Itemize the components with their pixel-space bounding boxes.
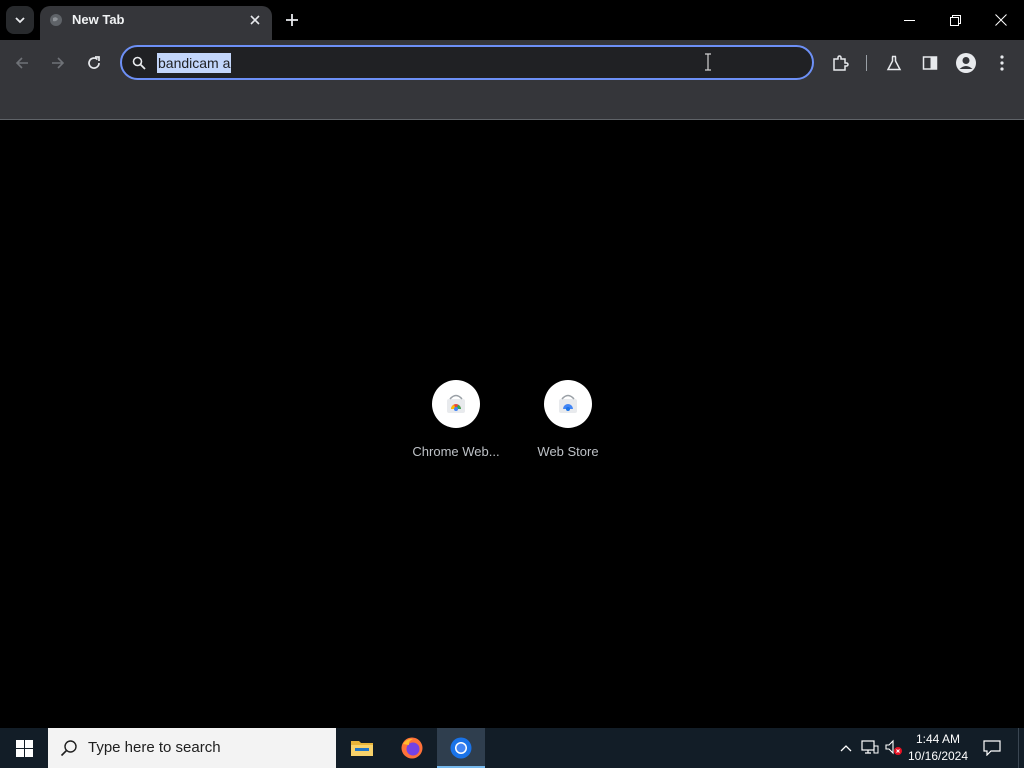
chevron-down-icon: [15, 17, 25, 24]
forward-button[interactable]: [44, 49, 72, 77]
chevron-up-icon: [840, 745, 852, 752]
side-panel-icon: [922, 56, 938, 70]
back-button[interactable]: [8, 49, 36, 77]
search-icon: [131, 55, 147, 71]
taskbar-app-file-explorer[interactable]: [338, 728, 386, 768]
text-cursor-icon: [705, 53, 711, 71]
reload-button[interactable]: [80, 49, 108, 77]
arrow-left-icon: [15, 57, 28, 69]
menu-button[interactable]: [988, 49, 1016, 77]
tab-new-tab[interactable]: New Tab: [40, 6, 272, 40]
volume-button[interactable]: [884, 738, 904, 758]
arrow-right-icon: [52, 57, 65, 69]
shortcut-label: Chrome Web...: [412, 444, 500, 459]
clock-time: 1:44 AM: [915, 732, 961, 746]
extensions-button[interactable]: [826, 49, 854, 77]
bookmarks-bar: [0, 86, 1024, 120]
address-input-text[interactable]: bandicam a: [157, 53, 232, 73]
minimize-button[interactable]: [886, 0, 932, 40]
tab-title: New Tab: [72, 12, 125, 27]
new-tab-button[interactable]: [280, 8, 304, 32]
new-tab-page: Chrome Web... Web Store: [0, 121, 1024, 728]
toolbar-divider: [866, 55, 867, 71]
notification-icon: [983, 740, 1001, 756]
restore-button[interactable]: [932, 0, 978, 40]
avatar-icon: [956, 53, 976, 73]
show-hidden-icons-button[interactable]: [836, 738, 856, 758]
plus-icon: [286, 14, 298, 26]
taskbar-app-chrome[interactable]: [437, 728, 485, 768]
minimize-icon: [903, 19, 915, 21]
shortcut-label: Web Store: [537, 444, 599, 459]
close-icon: [250, 15, 260, 25]
file-explorer-icon: [351, 741, 373, 756]
tab-strip: New Tab: [0, 0, 1024, 40]
firefox-icon: [401, 737, 423, 759]
show-desktop-button[interactable]: [1018, 728, 1024, 768]
address-bar[interactable]: bandicam a: [120, 45, 814, 80]
globe-icon: [49, 13, 63, 27]
network-button[interactable]: [860, 738, 880, 758]
taskbar-search-box[interactable]: Type here to search: [48, 728, 336, 768]
action-center-button[interactable]: [978, 736, 1006, 760]
profile-button[interactable]: [952, 49, 980, 77]
chrome-web-store-icon: [447, 394, 465, 413]
volume-muted-icon: [885, 739, 902, 755]
chrome-icon: [450, 737, 472, 759]
screen: New Tab bandicam a Chrome Web... Web Sto…: [0, 0, 1024, 768]
labs-button[interactable]: [880, 49, 908, 77]
web-store-icon: [559, 394, 577, 413]
shortcut-web-store[interactable]: Web Store: [512, 380, 624, 470]
shortcut-tile: [432, 380, 480, 428]
side-panel-button[interactable]: [916, 49, 944, 77]
shortcut-tile: [544, 380, 592, 428]
flask-icon: [886, 55, 902, 71]
taskbar-clock[interactable]: 1:44 AM 10/16/2024: [905, 731, 971, 765]
close-icon: [995, 14, 1007, 26]
kebab-menu-icon: [1000, 55, 1004, 71]
reload-icon: [88, 56, 100, 69]
taskbar-search-placeholder: Type here to search: [88, 739, 221, 756]
clock-date: 10/16/2024: [907, 749, 969, 763]
taskbar: Type here to search 1:44 AM 10/16/2024: [0, 728, 1024, 768]
taskbar-app-firefox[interactable]: [388, 728, 436, 768]
search-icon: [60, 740, 77, 757]
shortcut-chrome-web-store[interactable]: Chrome Web...: [400, 380, 512, 470]
close-window-button[interactable]: [978, 0, 1024, 40]
windows-logo-icon: [15, 739, 33, 757]
tab-search-button[interactable]: [6, 6, 34, 34]
start-button[interactable]: [0, 728, 48, 768]
network-icon: [861, 740, 879, 754]
browser-toolbar: bandicam a: [0, 40, 1024, 86]
puzzle-icon: [833, 55, 849, 71]
restore-icon: [949, 14, 961, 26]
tab-close-button[interactable]: [246, 11, 264, 29]
